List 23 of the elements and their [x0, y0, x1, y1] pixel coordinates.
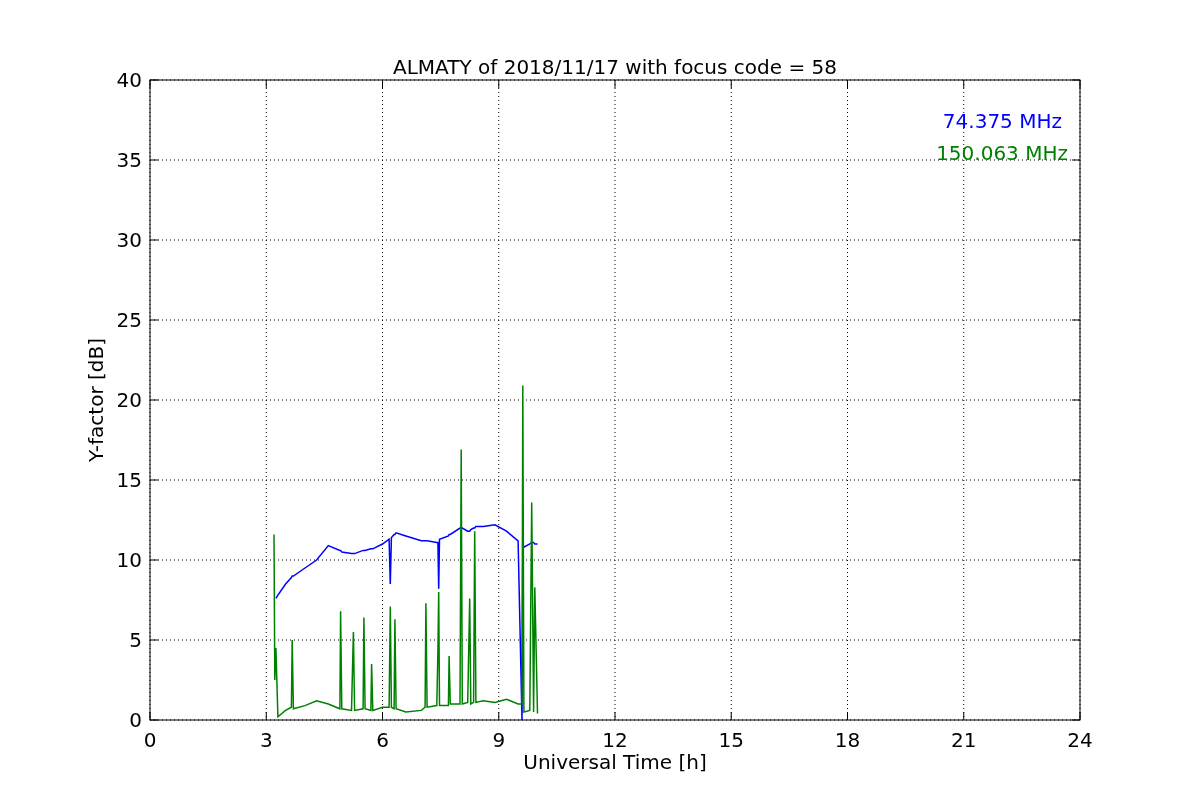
y-axis-label: Y-factor [dB] — [84, 338, 108, 462]
tick-label: 0 — [129, 708, 142, 732]
tick-label: 15 — [116, 468, 142, 492]
tick-label: 9 — [492, 728, 506, 752]
tick-label: 5 — [129, 628, 142, 652]
tick-label: 30 — [116, 228, 142, 252]
tick-label: 10 — [116, 548, 142, 572]
x-axis-label: Universal Time [h] — [523, 750, 707, 774]
tick-label: 25 — [116, 308, 142, 332]
legend-label: 150.063 MHz — [936, 141, 1068, 165]
tick-label: 0 — [143, 728, 157, 752]
tick-label: 40 — [116, 68, 142, 92]
tick-label: 35 — [116, 148, 142, 172]
tick-label: 12 — [602, 728, 628, 752]
tick-label: 21 — [951, 728, 977, 752]
chart-title: ALMATY of 2018/11/17 with focus code = 58 — [393, 55, 837, 79]
tick-label: 6 — [376, 728, 389, 752]
tick-label: 3 — [259, 728, 273, 752]
tick-label: 15 — [718, 728, 744, 752]
tick-label: 20 — [116, 388, 142, 412]
tick-label: 18 — [834, 728, 861, 752]
tick-label: 24 — [1067, 728, 1093, 752]
legend-label: 74.375 MHz — [942, 109, 1062, 133]
